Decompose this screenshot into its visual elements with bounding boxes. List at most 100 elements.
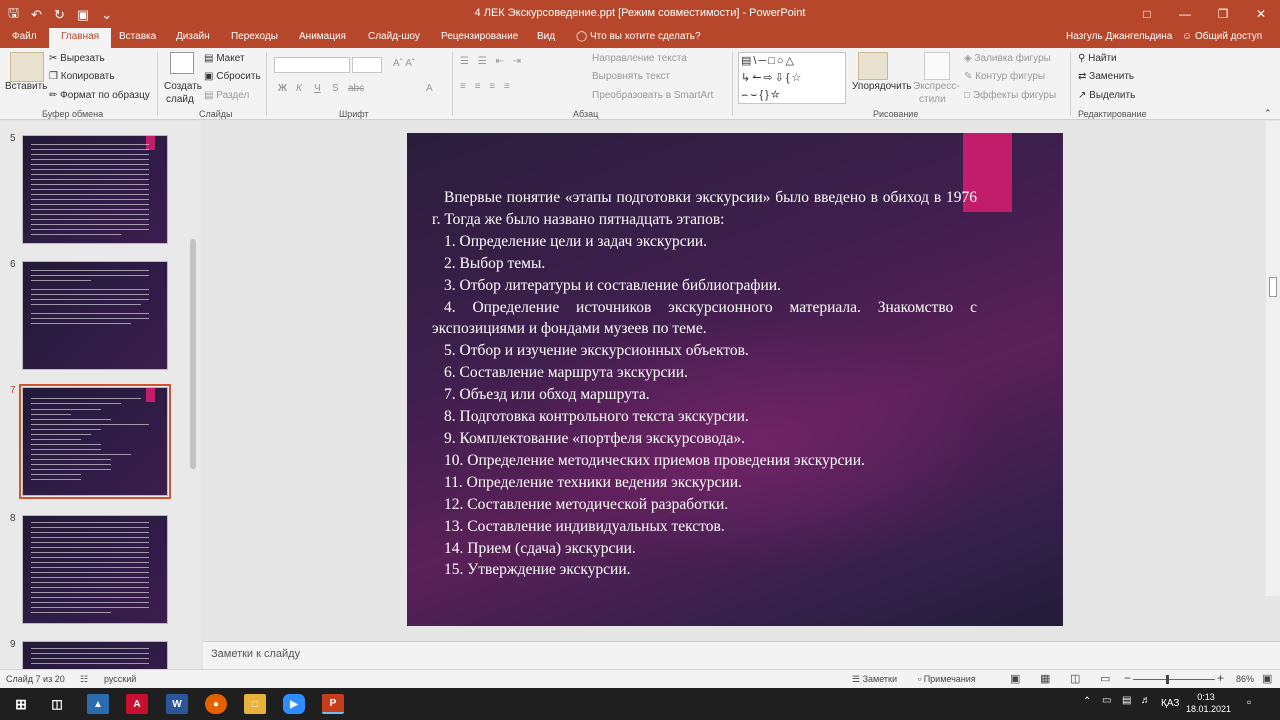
volume-icon[interactable]: ♬ xyxy=(1141,695,1151,706)
align-text-button[interactable]: Выровнять текст xyxy=(592,71,670,82)
zoom-level[interactable]: 86% xyxy=(1236,674,1254,684)
list-icons[interactable]: ☰ ☰ ⇤ ⇥ xyxy=(460,56,524,67)
share-button[interactable]: ☺ Общий доступ xyxy=(1182,31,1262,42)
language-indicator[interactable]: русский xyxy=(104,674,136,684)
file-explorer-icon[interactable]: □ xyxy=(244,694,266,714)
windows-start-icon[interactable]: ⊞ xyxy=(10,694,32,714)
tab-transitions[interactable]: Переходы xyxy=(231,31,278,42)
new-slide-button[interactable]: Создать xyxy=(164,81,202,92)
close-button[interactable]: ✕ xyxy=(1242,0,1280,28)
slideshow-view-icon[interactable]: ▭ xyxy=(1100,672,1110,685)
thumbnails-scrollbar[interactable] xyxy=(188,121,198,671)
thumbnail-number: 5 xyxy=(10,133,16,144)
select-button[interactable]: ↗ Выделить xyxy=(1078,90,1135,101)
tab-slideshow[interactable]: Слайд-шоу xyxy=(368,31,420,42)
italic-button[interactable]: К xyxy=(296,83,302,94)
section-button[interactable]: ▤ Раздел xyxy=(204,90,249,101)
slide-sorter-icon[interactable]: ▦ xyxy=(1040,672,1050,685)
find-button[interactable]: ⚲ Найти xyxy=(1078,53,1117,64)
list-item: 14. Прием (сдача) экскурсии. xyxy=(444,539,636,557)
slide-thumbnail[interactable] xyxy=(22,641,168,671)
slide-thumbnail[interactable] xyxy=(22,261,168,370)
fit-to-window-icon[interactable]: ▣ xyxy=(1262,672,1272,685)
quick-styles-icon[interactable] xyxy=(924,52,950,80)
copy-button[interactable]: ❐ Копировать xyxy=(49,71,115,82)
normal-view-icon[interactable]: ▣ xyxy=(1010,672,1020,685)
editor-scrollbar[interactable] xyxy=(1266,121,1280,596)
tab-insert[interactable]: Вставка xyxy=(119,31,156,42)
firefox-icon[interactable]: ● xyxy=(205,694,227,714)
notes-toggle[interactable]: ☰ Заметки xyxy=(852,674,897,685)
replace-button[interactable]: ⇄ Заменить xyxy=(1078,71,1134,82)
comments-toggle[interactable]: ▫ Примечания xyxy=(918,674,976,684)
format-painter-button[interactable]: ✏ Формат по образцу xyxy=(49,90,150,101)
new-slide-icon[interactable] xyxy=(170,52,194,74)
font-color-icon[interactable]: A xyxy=(426,83,433,94)
notifications-icon[interactable]: ▫ xyxy=(1247,695,1251,709)
tab-design[interactable]: Дизайн xyxy=(176,31,210,42)
collapse-ribbon-icon[interactable]: ⌃ xyxy=(1264,108,1272,119)
editor-scroll-thumb[interactable] xyxy=(1269,277,1277,297)
thumbnails-scroll-thumb[interactable] xyxy=(190,239,196,469)
powerpoint-icon[interactable]: P xyxy=(322,694,344,714)
clipboard-icon[interactable] xyxy=(10,52,44,82)
slide-thumbnail[interactable] xyxy=(22,515,168,624)
app-icon[interactable]: ▲ xyxy=(87,694,109,714)
slide-thumbnail[interactable] xyxy=(22,135,168,244)
shape-effects-button[interactable]: □ Эффекты фигуры xyxy=(964,90,1056,101)
tab-animations[interactable]: Анимация xyxy=(299,31,346,42)
status-bar: Слайд 7 из 20 ☷ русский ☰ Заметки ▫ Прим… xyxy=(0,669,1280,688)
shapes-gallery[interactable]: ▤\─□○△ ↳↼⇨⇩{☆ ⌢⌣{}☆ xyxy=(738,52,846,104)
task-view-icon[interactable]: ◫ xyxy=(46,694,68,714)
tab-home[interactable]: Главная xyxy=(49,28,112,48)
underline-button[interactable]: Ч xyxy=(314,83,321,94)
show-hidden-icons[interactable]: ⌃ xyxy=(1083,696,1091,707)
slide-thumbnail-selected[interactable] xyxy=(19,384,171,499)
shadow-button[interactable]: S xyxy=(332,83,339,94)
tab-file[interactable]: Файл xyxy=(12,31,37,42)
network-icon[interactable]: ▤ xyxy=(1122,695,1131,706)
pdf-reader-icon[interactable]: A xyxy=(126,694,148,714)
word-icon[interactable]: W xyxy=(166,694,188,714)
align-icons[interactable]: ≡ ≡ ≡ ≡ xyxy=(460,81,513,92)
maximize-button[interactable]: ❐ xyxy=(1204,0,1242,28)
window-title: 4 ЛЕК Экскурсоведение.ppt [Режим совмест… xyxy=(474,7,806,19)
shape-fill-button[interactable]: ◈ Заливка фигуры xyxy=(964,53,1051,64)
spellcheck-icon[interactable]: ☷ xyxy=(80,674,88,685)
ribbon-display-options-icon[interactable]: □ xyxy=(1128,0,1166,28)
slide-canvas[interactable]: Впервые понятие «этапы подготовки экскур… xyxy=(407,133,1063,626)
text-direction-button[interactable]: Направление текста xyxy=(592,53,687,64)
input-language[interactable]: ҚАЗ xyxy=(1161,698,1179,709)
tab-review[interactable]: Рецензирование xyxy=(441,31,518,42)
scissors-icon: ✂ xyxy=(49,53,61,64)
zoom-slider-thumb[interactable] xyxy=(1166,675,1169,684)
arrange-button[interactable]: Упорядочить xyxy=(852,81,912,92)
bold-button[interactable]: Ж xyxy=(278,83,287,94)
zoom-slider[interactable] xyxy=(1133,679,1215,680)
layout-button[interactable]: ▤ Макет xyxy=(204,53,245,64)
zoom-app-icon[interactable]: ▶ xyxy=(283,694,305,714)
tab-view[interactable]: Вид xyxy=(537,31,555,42)
quick-styles-button[interactable]: Экспресс- xyxy=(913,81,960,92)
tell-me-search[interactable]: ◯ Что вы хотите сделать? xyxy=(576,31,701,42)
font-size-field[interactable] xyxy=(352,57,382,73)
zoom-out-icon[interactable]: − xyxy=(1124,671,1131,685)
reset-button[interactable]: ▣ Сбросить xyxy=(204,71,261,82)
smartart-button[interactable]: Преобразовать в SmartArt xyxy=(592,90,713,101)
cut-button[interactable]: ✂ Вырезать xyxy=(49,53,105,64)
pen-icon: ✎ xyxy=(964,71,976,82)
shape-outline-button[interactable]: ✎ Контур фигуры xyxy=(964,71,1045,82)
font-name-field[interactable] xyxy=(274,57,350,73)
desktop-icon[interactable]: ▭ xyxy=(1102,695,1111,706)
grow-font-icon[interactable]: Aˆ Aˇ xyxy=(393,58,415,69)
minimize-button[interactable]: — xyxy=(1166,0,1204,28)
paste-button[interactable]: Вставить xyxy=(5,81,47,92)
system-clock[interactable]: 0:13 18.01.2021 xyxy=(1186,691,1231,715)
notes-pane[interactable]: Заметки к слайду xyxy=(203,641,1280,669)
reading-view-icon[interactable]: ◫ xyxy=(1070,672,1080,685)
user-name[interactable]: Назгуль Джангельдина xyxy=(1066,31,1172,42)
zoom-in-icon[interactable]: + xyxy=(1217,671,1224,685)
strikethrough-button[interactable]: abc xyxy=(348,83,364,94)
arrange-icon[interactable] xyxy=(858,52,888,80)
slide-text-box[interactable]: Впервые понятие «этапы подготовки экскур… xyxy=(432,187,977,581)
